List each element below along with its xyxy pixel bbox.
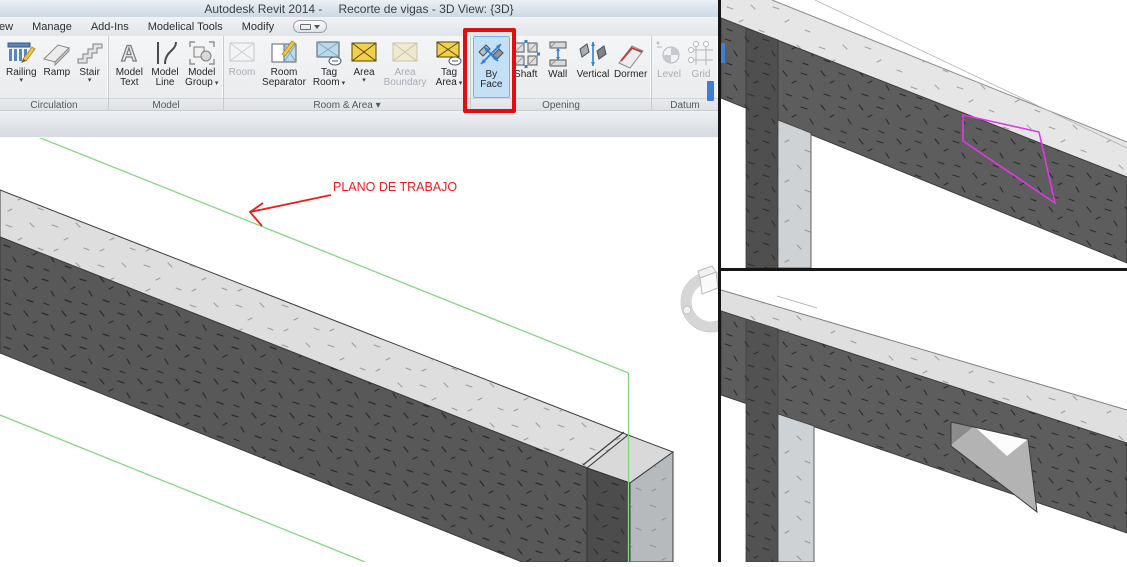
clipped-button-fragment (707, 81, 714, 101)
model-text-icon: A (114, 39, 144, 67)
ramp-icon (42, 39, 72, 67)
chevron-down-icon: ▾ (362, 78, 366, 84)
railing-icon (6, 39, 36, 67)
ribbon-cycle-button[interactable] (293, 20, 327, 33)
panel-model: A Model Text Model Line (109, 36, 224, 110)
area-boundary-label: Area Boundary (381, 68, 429, 88)
shaft-label: Shaft (514, 70, 537, 80)
room-icon (227, 39, 257, 67)
model-text-label: Model Text (112, 68, 147, 88)
detail-image-sketch (721, 0, 1127, 268)
ribbon-tab-bar: ew Manage Add-Ins Modelical Tools Modify (0, 17, 718, 36)
options-bar (0, 110, 718, 139)
grid-label: Grid (692, 70, 711, 80)
grid-icon (686, 39, 716, 69)
revit-window: Autodesk Revit 2014 - Recorte de vigas -… (0, 0, 718, 562)
stair-icon (75, 39, 105, 67)
chevron-down-icon: ▾ (88, 78, 92, 84)
panel-circulation: Railing ▾ Ramp (0, 36, 109, 110)
ribbon-state-icon (300, 24, 311, 30)
chevron-down-icon (314, 25, 320, 29)
svg-text:A: A (121, 41, 137, 66)
wall-opening-icon (543, 39, 573, 69)
tab-modelical-tools[interactable]: Modelical Tools (148, 21, 223, 33)
stair-button[interactable]: Stair ▾ (73, 36, 106, 98)
tag-room-icon (314, 39, 344, 67)
workplane-annotation: PLANO DE TRABAJO (250, 180, 457, 226)
chevron-down-icon: ▾ (459, 80, 463, 87)
main-3d-viewport[interactable]: PLANO DE TRABAJO (0, 138, 718, 562)
detail-image-result (721, 271, 1127, 562)
room-separator-label: Room Separator (259, 68, 309, 88)
model-group-label: Model Group (185, 67, 215, 88)
workplane-label: PLANO DE TRABAJO (333, 180, 457, 194)
beam-solid (0, 190, 628, 562)
column-top-seam (777, 296, 817, 308)
tab-add-ins[interactable]: Add-Ins (91, 21, 129, 33)
vertical-opening-label: Vertical (577, 70, 610, 80)
model-line-label: Model Line (149, 68, 182, 88)
app-title: Autodesk Revit 2014 - (204, 2, 322, 16)
ramp-label: Ramp (44, 68, 71, 78)
level-icon (654, 39, 684, 69)
tag-area-icon (434, 39, 464, 67)
detail-images-column (721, 0, 1127, 562)
document-title: Recorte de vigas - 3D View: {3D} (338, 2, 513, 16)
tab-modify[interactable]: Modify (242, 21, 274, 33)
model-line-icon (150, 39, 180, 67)
dormer-label: Dormer (614, 70, 647, 80)
vertical-opening-icon (578, 39, 608, 69)
area-boundary-icon (390, 39, 420, 67)
panel-room-area: Room Room Separator (224, 36, 471, 110)
area-icon (349, 39, 379, 67)
dormer-icon (616, 39, 646, 69)
room-separator-button[interactable]: Room Separator (258, 36, 310, 98)
chevron-down-icon: ▾ (342, 80, 346, 87)
chevron-down-icon: ▾ (20, 78, 24, 84)
model-group-button[interactable]: Model Group▾ (182, 36, 221, 98)
ribbon: Railing ▾ Ramp (0, 36, 718, 110)
tab-manage[interactable]: Manage (32, 21, 72, 33)
tag-room-button[interactable]: Tag Room▾ (310, 36, 348, 98)
steering-wheel-widget[interactable] (681, 266, 718, 332)
level-button: Level (653, 36, 685, 98)
panel-caption-room-area[interactable]: Room & Area ▾ (224, 98, 470, 110)
railing-button[interactable]: Railing ▾ (2, 36, 41, 98)
area-button[interactable]: Area ▾ (348, 36, 380, 98)
level-label: Level (657, 70, 681, 80)
panel-caption-circulation: Circulation (0, 98, 108, 110)
model-line-button[interactable]: Model Line (148, 36, 183, 98)
annotation-highlight-box (463, 28, 516, 113)
clipped-ui-fragment (721, 43, 725, 63)
model-text-button[interactable]: A Model Text (111, 36, 148, 98)
room-separator-icon (269, 39, 299, 67)
chevron-down-icon: ▾ (215, 80, 219, 87)
tab-view[interactable]: ew (0, 21, 13, 33)
room-label: Room (229, 68, 256, 78)
ramp-button[interactable]: Ramp (41, 36, 74, 98)
title-bar: Autodesk Revit 2014 - Recorte de vigas -… (0, 0, 718, 17)
model-group-icon (187, 39, 217, 67)
dormer-button[interactable]: Dormer (612, 36, 649, 98)
wall-opening-button[interactable]: Wall (542, 36, 574, 98)
viewcube-home-icon[interactable] (698, 266, 718, 294)
vertical-opening-button[interactable]: Vertical (574, 36, 613, 98)
panel-caption-model: Model (109, 98, 223, 110)
tag-room-label: Tag Room (313, 67, 340, 88)
area-boundary-button: Area Boundary (380, 36, 430, 98)
tag-area-label: Tag Area (436, 67, 457, 88)
wall-opening-label: Wall (548, 70, 567, 80)
room-button: Room (226, 36, 258, 98)
